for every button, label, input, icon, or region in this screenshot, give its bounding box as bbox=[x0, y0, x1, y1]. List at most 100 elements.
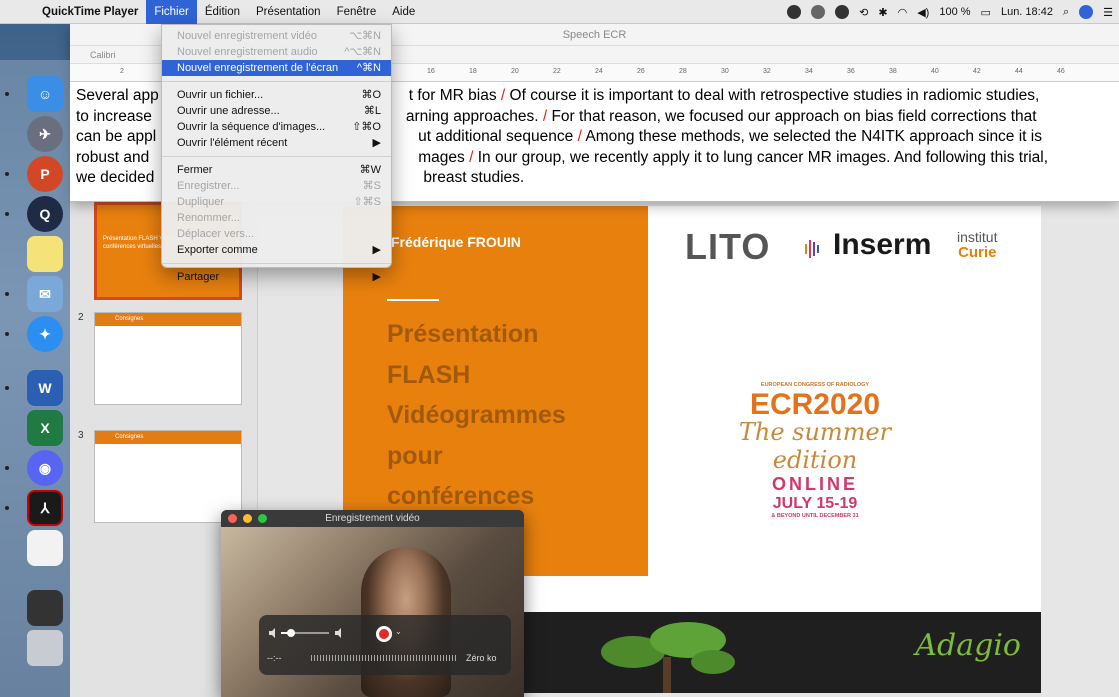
record-options-chevron-icon[interactable]: ⌄ bbox=[395, 627, 402, 636]
file-menu-item[interactable]: Fermer ⌘W bbox=[162, 162, 391, 178]
ruler-mark: 18 bbox=[469, 68, 477, 75]
excel-icon[interactable]: X bbox=[27, 410, 63, 446]
finder-icon[interactable]: ☺ bbox=[27, 76, 63, 112]
file-menu-item-label: Ouvrir la séquence d'images... bbox=[177, 121, 326, 133]
status-icon-3[interactable] bbox=[835, 5, 850, 19]
ruler-mark: 36 bbox=[847, 68, 855, 75]
close-button[interactable] bbox=[228, 514, 237, 523]
quicktime-icon[interactable]: Q bbox=[27, 196, 63, 232]
ruler-mark: 32 bbox=[763, 68, 771, 75]
record-button[interactable] bbox=[376, 626, 392, 642]
volume-icon[interactable]: ◀) bbox=[917, 6, 929, 19]
file-menu-item[interactable]: Partager ▶ bbox=[162, 269, 391, 285]
bonsai-image bbox=[601, 622, 735, 693]
status-area: ⟲ ✱ ◠ ◀) 100 % ▭ Lun. 18:42 ⌕ ☰ bbox=[787, 0, 1113, 24]
slide-thumbnail-2[interactable]: Consignes bbox=[94, 312, 242, 405]
textedit-icon[interactable] bbox=[27, 530, 63, 566]
file-menu-item-shortcut: ⌥⌘N bbox=[349, 30, 381, 42]
ruler-mark: 16 bbox=[427, 68, 435, 75]
ecr-online: ONLINE bbox=[771, 474, 858, 494]
file-menu-dropdown: Nouvel enregistrement vidéo ⌥⌘N Nouvel enr… bbox=[161, 24, 392, 283]
volume-slider[interactable] bbox=[269, 627, 349, 639]
powerpoint-icon[interactable]: P bbox=[27, 156, 63, 192]
video-window-titlebar: Enregistrement vidéo bbox=[221, 510, 524, 527]
file-menu-item: Nouvel enregistrement vidéo ⌥⌘N bbox=[162, 28, 391, 44]
file-menu-item-shortcut: ▶ bbox=[372, 271, 381, 283]
text-line-2-start: to increase bbox=[76, 107, 152, 125]
curie-logo: institut Curie bbox=[957, 230, 997, 261]
wifi-icon[interactable]: ◠ bbox=[898, 6, 908, 19]
adagio-brand: Adagio bbox=[915, 628, 1021, 663]
quicktime-running-dot bbox=[5, 212, 9, 216]
battery-icon[interactable]: ▭ bbox=[981, 6, 991, 19]
discord-icon[interactable]: ◉ bbox=[27, 450, 63, 486]
slide-title-line-1: Présentation bbox=[387, 320, 539, 348]
text-line-4-end: In our group, we recently apply it to lu… bbox=[473, 148, 1049, 166]
file-menu-item[interactable]: Ouvrir une adresse... ⌘L bbox=[162, 103, 391, 119]
menu-edition[interactable]: Édition bbox=[197, 0, 248, 24]
control-center-icon[interactable]: ☰ bbox=[1103, 6, 1113, 19]
status-icon-1[interactable] bbox=[787, 5, 802, 19]
launchpad-icon[interactable]: ✈ bbox=[27, 116, 63, 152]
minimize-button[interactable] bbox=[243, 514, 252, 523]
notes-icon[interactable] bbox=[27, 236, 63, 272]
file-menu-item[interactable]: Exporter comme ▶ bbox=[162, 242, 391, 258]
file-menu-item-shortcut: ⇧⌘S bbox=[353, 196, 381, 208]
file-menu-item[interactable]: Ouvrir la séquence d'images... ⇧⌘O bbox=[162, 119, 391, 135]
text-line-1-end: Of course it is important to deal with r… bbox=[505, 87, 1040, 104]
file-menu-item-label: Fermer bbox=[177, 164, 213, 176]
clock[interactable]: Lun. 18:42 bbox=[1001, 6, 1053, 18]
ruler-mark: 34 bbox=[805, 68, 813, 75]
file-menu-item[interactable]: Nouvel enregistrement de l'écran ^⌘N bbox=[162, 60, 391, 76]
word-icon[interactable]: W bbox=[27, 370, 63, 406]
lito-logo: LITO bbox=[685, 226, 771, 267]
safari-icon[interactable]: ✦ bbox=[27, 316, 63, 352]
ruler-mark: 28 bbox=[679, 68, 687, 75]
powerpoint-running-dot bbox=[5, 172, 9, 176]
file-menu-item-label: Nouvel enregistrement audio bbox=[177, 46, 318, 58]
recording-time: --:-- bbox=[267, 653, 282, 663]
curie-logo-bottom: Curie bbox=[958, 244, 997, 261]
slide-number-2: 2 bbox=[78, 312, 84, 323]
file-menu-item-shortcut: ^⌥⌘N bbox=[344, 46, 381, 58]
spotlight-icon[interactable]: ⌕ bbox=[1063, 6, 1069, 19]
file-menu-item-label: Déplacer vers... bbox=[177, 228, 255, 240]
file-menu-item-label: Enregistrer... bbox=[177, 180, 240, 192]
bluetooth-icon[interactable]: ✱ bbox=[878, 6, 887, 19]
ruler-mark: 20 bbox=[511, 68, 519, 75]
ecr-logo: EUROPEAN CONGRESS OF RADIOLOGY ECR2020 T… bbox=[715, 382, 915, 519]
menu-fenetre[interactable]: Fenêtre bbox=[329, 0, 385, 24]
slide-number-3: 3 bbox=[78, 430, 84, 441]
ruler-mark: 38 bbox=[889, 68, 897, 75]
menu-presentation[interactable]: Présentation bbox=[248, 0, 329, 24]
file-menu-item-label: Ouvrir un fichier... bbox=[177, 89, 264, 101]
menu-separator bbox=[162, 81, 391, 82]
menu-aide[interactable]: Aide bbox=[384, 0, 423, 24]
file-menu-item-label: Nouvel enregistrement de l'écran bbox=[177, 62, 339, 74]
ruler-mark: 42 bbox=[973, 68, 981, 75]
font-selector[interactable]: Calibri bbox=[90, 50, 116, 60]
text-line-3-start: can be appl bbox=[76, 128, 157, 145]
file-menu-item[interactable]: Ouvrir un fichier... ⌘O bbox=[162, 87, 391, 103]
menu-separator bbox=[162, 263, 391, 264]
file-menu-item-label: Ouvrir une adresse... bbox=[177, 105, 280, 117]
slide-thumbnail-3[interactable]: Consignes bbox=[94, 430, 242, 523]
mail-icon[interactable]: ✉ bbox=[27, 276, 63, 312]
downloads-stack-icon[interactable] bbox=[27, 590, 63, 626]
siri-icon[interactable] bbox=[1079, 5, 1094, 19]
video-window-title: Enregistrement vidéo bbox=[325, 513, 420, 524]
trash-icon[interactable] bbox=[27, 630, 63, 666]
file-menu-item[interactable]: Ouvrir l'élément récent ▶ bbox=[162, 135, 391, 151]
zoom-button[interactable] bbox=[258, 514, 267, 523]
menu-app-name[interactable]: QuickTime Player bbox=[34, 0, 146, 24]
text-line-3-mid: ut additional sequence bbox=[418, 128, 578, 145]
finder-running-dot bbox=[5, 92, 9, 96]
slide-title-line-2: FLASH bbox=[387, 360, 471, 389]
recording-controls: ⌄ --:-- Zéro ko bbox=[259, 615, 511, 675]
time-machine-icon[interactable]: ⟲ bbox=[859, 6, 868, 19]
status-icon-2[interactable] bbox=[811, 5, 826, 19]
file-menu-item-shortcut: ^⌘N bbox=[356, 62, 381, 74]
menu-fichier[interactable]: Fichier bbox=[146, 0, 197, 24]
acrobat-icon[interactable]: ⅄ bbox=[27, 490, 63, 526]
inserm-logo: Inserm bbox=[833, 228, 932, 261]
